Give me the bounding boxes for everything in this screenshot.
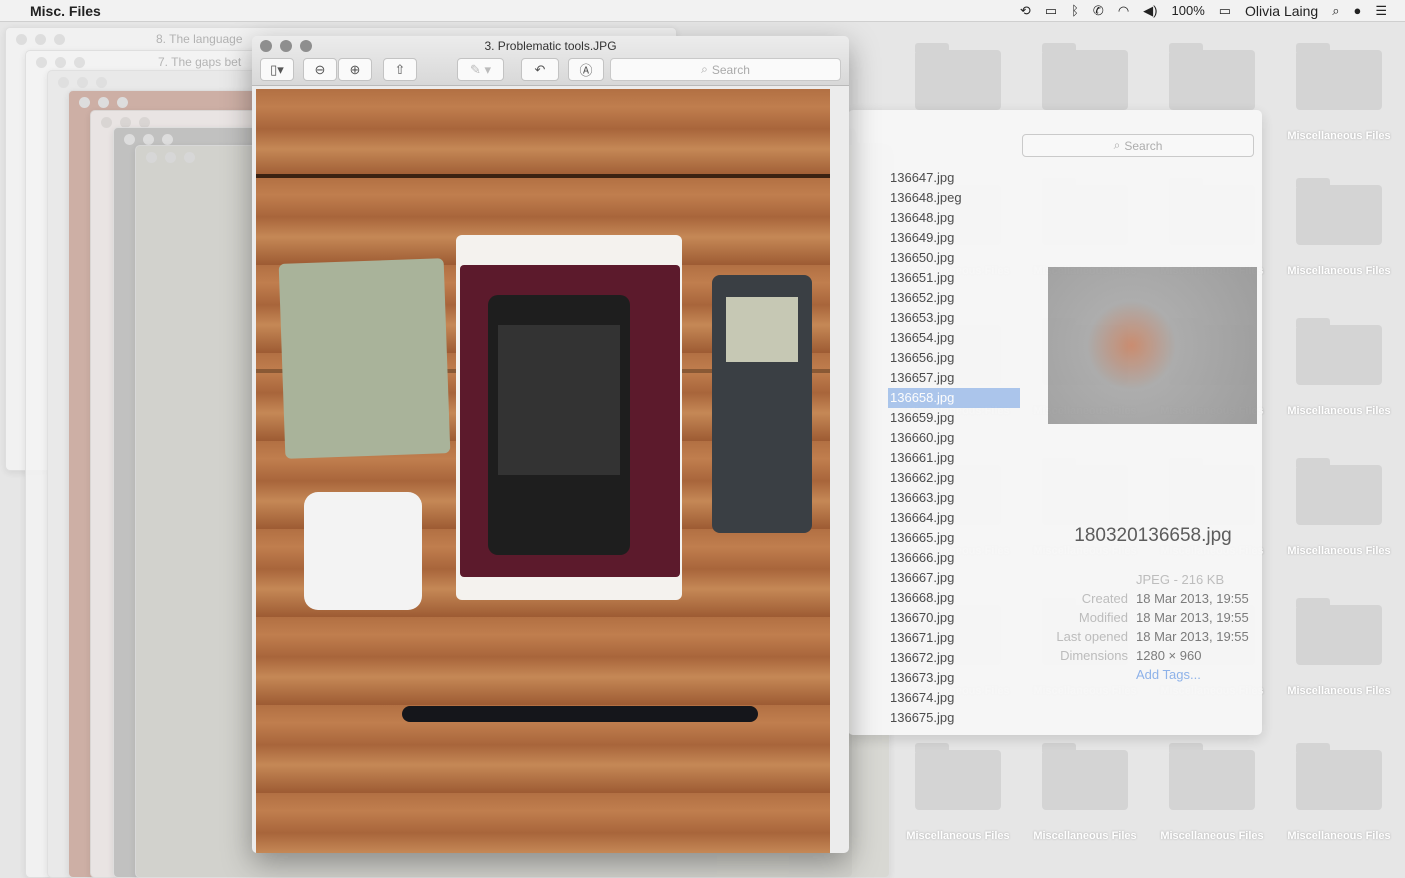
phone <box>488 295 630 555</box>
bluetooth-icon[interactable]: ᛒ <box>1071 3 1079 18</box>
photo-image <box>256 89 830 853</box>
app-menu[interactable]: Misc. Files <box>30 3 101 19</box>
file-list-item[interactable]: 136659.jpg <box>888 408 1020 428</box>
desktop-folder-icon[interactable] <box>1296 458 1382 525</box>
file-list-item[interactable]: 136654.jpg <box>888 328 1020 348</box>
file-list-item[interactable]: 136662.jpg <box>888 468 1020 488</box>
file-list-item[interactable]: 136667.jpg <box>888 568 1020 588</box>
info-label: Last opened <box>1056 629 1128 644</box>
file-list-item[interactable]: 136649.jpg <box>888 228 1020 248</box>
file-list-item[interactable]: 136663.jpg <box>888 488 1020 508</box>
file-list-item[interactable]: 136664.jpg <box>888 508 1020 528</box>
file-list-item[interactable]: 136671.jpg <box>888 628 1020 648</box>
finder-window[interactable]: ⌕ Search 136647.jpg 136648.jpeg 136648.jpg 1… <box>848 110 1262 735</box>
zoom-out-button[interactable]: ⊖ <box>303 58 337 81</box>
desktop-folder-icon[interactable] <box>1296 598 1382 665</box>
info-label: Created <box>1081 591 1128 606</box>
spotlight-icon[interactable]: ⌕ <box>1332 3 1339 19</box>
file-list[interactable]: 136647.jpg 136648.jpeg 136648.jpg 136649.jp… <box>888 168 1020 728</box>
info-value: 1280 × 960 <box>1136 648 1202 663</box>
battery-percent[interactable]: 100% <box>1172 3 1205 18</box>
info-value: 18 Mar 2013, 19:55 <box>1136 610 1249 625</box>
voice-recorder <box>712 275 812 533</box>
volume-icon[interactable]: ◀) <box>1143 3 1157 19</box>
add-tags-link[interactable]: Add Tags... <box>1136 665 1201 684</box>
desktop-folder-icon[interactable] <box>1042 43 1128 110</box>
phone-icon[interactable]: ✆ <box>1093 3 1104 19</box>
title-bar: 3. Problematic tools.JPG ▯▾ ⊖ ⊕ ⇧ ✎ ▾ ↶ … <box>252 36 849 86</box>
desktop-folder-label[interactable]: Miscellaneous Files <box>893 830 1023 842</box>
info-label: Dimensions <box>1060 648 1128 663</box>
preview-window[interactable]: 3. Problematic tools.JPG ▯▾ ⊖ ⊕ ⇧ ✎ ▾ ↶ … <box>252 36 849 853</box>
plug-adapter <box>304 492 422 610</box>
battery-icon[interactable]: ▭ <box>1219 3 1231 19</box>
desktop-folder-label[interactable]: Miscellaneous Files <box>1274 405 1404 417</box>
file-list-item[interactable]: 136672.jpg <box>888 648 1020 668</box>
siri-icon[interactable]: ● <box>1353 3 1361 18</box>
file-list-item[interactable]: 136665.jpg <box>888 528 1020 548</box>
search-icon: ⌕ <box>1113 138 1121 152</box>
desktop-folder-icon[interactable] <box>1296 318 1382 385</box>
file-info: JPEG - 216 KB Created 18 Mar 2013, 19:55 M… <box>1018 570 1249 684</box>
file-list-item[interactable]: 136670.jpg <box>888 608 1020 628</box>
wifi-icon[interactable]: ◠ <box>1118 3 1129 19</box>
file-list-item[interactable]: 136653.jpg <box>888 308 1020 328</box>
desktop-folder-label[interactable]: Miscellaneous Files <box>1274 130 1404 142</box>
file-list-item[interactable]: 136650.jpg <box>888 248 1020 268</box>
desktop-folder-label[interactable]: Miscellaneous Files <box>1274 685 1404 697</box>
menu-bar: Misc. Files ⟲ ▭ ᛒ ✆ ◠ ◀) 100% ▭ Olivia L… <box>0 0 1405 22</box>
desktop-folder-icon[interactable] <box>1296 43 1382 110</box>
file-list-item[interactable]: 136668.jpg <box>888 588 1020 608</box>
desktop-folder-icon[interactable] <box>915 743 1001 810</box>
rotate-button[interactable]: ↶ <box>521 58 559 81</box>
search-icon: ⌕ <box>701 62 708 76</box>
markup-toolbar-button[interactable]: Ⓐ <box>568 58 604 81</box>
info-label: Modified <box>1078 610 1128 625</box>
info-value: 18 Mar 2013, 19:55 <box>1136 591 1249 606</box>
desktop-folder-label[interactable]: Miscellaneous Files <box>1274 265 1404 277</box>
airplay-icon[interactable]: ▭ <box>1045 3 1057 19</box>
file-list-item[interactable]: 136661.jpg <box>888 448 1020 468</box>
zoom-in-button[interactable]: ⊕ <box>338 58 372 81</box>
file-list-item[interactable]: 136651.jpg <box>888 268 1020 288</box>
file-list-item[interactable]: 136673.jpg <box>888 668 1020 688</box>
file-list-item[interactable]: 136648.jpg <box>888 208 1020 228</box>
file-list-item[interactable]: 136648.jpeg <box>888 188 1020 208</box>
search-field[interactable]: ⌕ Search <box>610 58 841 81</box>
file-list-item[interactable]: 136675.jpg <box>888 708 1020 728</box>
file-list-item[interactable]: 136674.jpg <box>888 688 1020 708</box>
file-preview-thumbnail <box>1048 267 1257 424</box>
user-menu[interactable]: Olivia Laing <box>1245 3 1318 19</box>
desktop-folder-label[interactable]: Miscellaneous Files <box>1274 545 1404 557</box>
selected-file-name: 180320136658.jpg <box>1074 525 1232 546</box>
window-title: 3. Problematic tools.JPG <box>484 39 617 53</box>
file-list-item[interactable]: 136647.jpg <box>888 168 1020 188</box>
desktop-folder-icon[interactable] <box>1296 743 1382 810</box>
desktop-folder-label[interactable]: Miscellaneous Files <box>1020 830 1150 842</box>
file-list-item[interactable]: 136666.jpg <box>888 548 1020 568</box>
file-list-item[interactable]: 136658.jpg <box>888 388 1020 408</box>
desktop-folder-icon[interactable] <box>1169 743 1255 810</box>
file-list-item[interactable]: 136657.jpg <box>888 368 1020 388</box>
finder-search-field[interactable]: ⌕ Search <box>1022 134 1254 157</box>
file-list-item[interactable]: 136652.jpg <box>888 288 1020 308</box>
desktop-folder-label[interactable]: Miscellaneous Files <box>1147 830 1277 842</box>
desktop-folder-label[interactable]: Miscellaneous Files <box>1274 830 1404 842</box>
file-list-item[interactable]: 136660.jpg <box>888 428 1020 448</box>
desktop-folder-icon[interactable] <box>1042 743 1128 810</box>
desktop-folder-icon[interactable] <box>1169 43 1255 110</box>
share-button[interactable]: ⇧ <box>383 58 417 81</box>
file-list-item[interactable]: 136656.jpg <box>888 348 1020 368</box>
banknotes <box>278 258 451 459</box>
desktop-folder-icon[interactable] <box>915 43 1001 110</box>
info-value: 18 Mar 2013, 19:55 <box>1136 629 1249 644</box>
markup-pen-button[interactable]: ✎ ▾ <box>457 58 504 81</box>
pen <box>402 706 758 722</box>
time-machine-icon[interactable]: ⟲ <box>1020 3 1031 19</box>
notification-center-icon[interactable]: ☰ <box>1375 3 1387 19</box>
desktop-folder-icon[interactable] <box>1296 178 1382 245</box>
sidebar-toggle-button[interactable]: ▯▾ <box>260 58 294 81</box>
